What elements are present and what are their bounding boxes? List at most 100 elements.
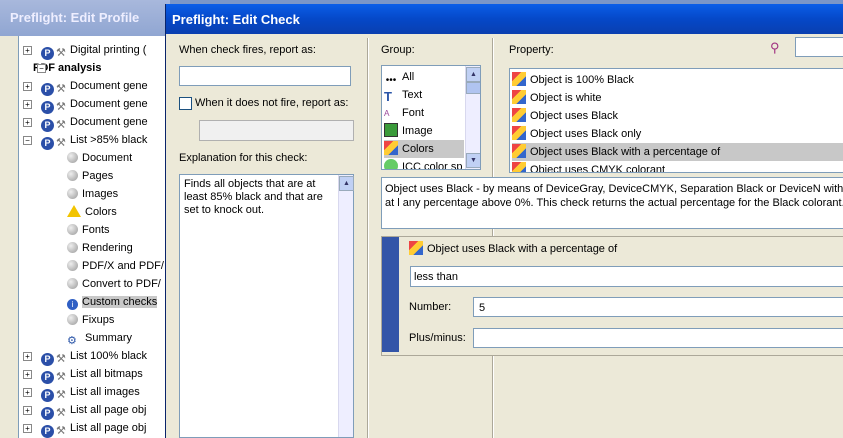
group-item-font[interactable]: ᴬ Font bbox=[384, 104, 464, 122]
colors-icon bbox=[512, 108, 526, 122]
expand-toggle-icon[interactable]: + bbox=[23, 370, 32, 379]
expand-toggle-icon[interactable]: + bbox=[23, 352, 32, 361]
number-input[interactable]: 5 bbox=[473, 297, 843, 317]
number-label: Number: bbox=[409, 301, 452, 313]
wrench-icon: ⚒ bbox=[56, 389, 66, 401]
tree-item-label: List all bitmaps bbox=[70, 368, 143, 380]
explanation-textarea[interactable]: Finds all objects that are at least 85% … bbox=[179, 174, 354, 438]
group-scrollbar[interactable]: ▲ ▼ bbox=[465, 66, 480, 169]
expand-toggle-icon[interactable]: + bbox=[23, 118, 32, 127]
property-item-label: Object uses Black only bbox=[530, 128, 642, 140]
wrench-icon: ⚒ bbox=[56, 119, 66, 131]
tree-item-label: List all page obj bbox=[70, 422, 147, 434]
group-scroll-down-icon[interactable]: ▼ bbox=[466, 153, 480, 168]
tree-item[interactable]: + P ⚒ List all page obj bbox=[23, 419, 147, 438]
expand-toggle-icon[interactable]: + bbox=[23, 100, 32, 109]
scroll-up-arrow-icon[interactable]: ▲ bbox=[339, 176, 354, 191]
colors-icon bbox=[512, 162, 526, 172]
property-item-label: Object is 100% Black bbox=[530, 74, 634, 86]
expand-toggle-icon[interactable]: + bbox=[23, 424, 32, 433]
edit-check-dialog: Preflight: Edit Check When check fires, … bbox=[165, 4, 843, 438]
colors-icon bbox=[512, 144, 526, 158]
not-fire-input[interactable] bbox=[199, 120, 354, 141]
tree-item-label: PDF/X and PDF/ bbox=[82, 260, 164, 272]
tree-item[interactable]: + P ⚒ List all bitmaps bbox=[23, 365, 143, 384]
status-dot-icon bbox=[67, 170, 78, 181]
property-item[interactable]: Object uses Black with a percentage of bbox=[512, 143, 843, 161]
tree-item[interactable]: i Custom checks bbox=[67, 293, 158, 311]
expand-toggle-icon[interactable]: + bbox=[23, 388, 32, 397]
tree-item[interactable]: Document bbox=[67, 149, 132, 167]
font-icon: ᴬ bbox=[384, 108, 390, 122]
tree-item[interactable]: + P ⚒ List 100% black bbox=[23, 347, 147, 366]
tree-item[interactable]: Fixups bbox=[67, 311, 114, 329]
expand-toggle-icon[interactable]: − bbox=[23, 136, 32, 145]
property-item[interactable]: Object is white bbox=[512, 89, 843, 107]
property-search-input[interactable] bbox=[795, 37, 843, 57]
property-item-label: Object is white bbox=[530, 92, 602, 104]
search-icon[interactable]: ⚲ bbox=[770, 40, 784, 55]
group-item-all[interactable]: ••• All bbox=[384, 68, 464, 86]
status-dot-icon bbox=[67, 314, 78, 325]
tree-item[interactable]: ⚙ Summary bbox=[67, 329, 132, 347]
property-description: Object uses Black - by means of DeviceGr… bbox=[381, 177, 843, 229]
group-item-image[interactable]: Image bbox=[384, 122, 464, 140]
group-scroll-up-icon[interactable]: ▲ bbox=[466, 67, 480, 82]
explanation-scrollbar[interactable]: ▲ bbox=[338, 175, 354, 437]
edit-profile-titlebar: Preflight: Edit Profile bbox=[0, 0, 170, 36]
expand-toggle-icon[interactable]: − bbox=[37, 64, 46, 73]
expand-toggle-icon[interactable]: + bbox=[23, 82, 32, 91]
info-icon: i bbox=[67, 299, 78, 310]
wrench-icon: ⚒ bbox=[56, 83, 66, 95]
edit-profile-title: Preflight: Edit Profile bbox=[10, 10, 140, 25]
tree-item[interactable]: + P ⚒ List all images bbox=[23, 383, 140, 402]
property-item[interactable]: Object is 100% Black bbox=[512, 71, 843, 89]
tree-item[interactable]: Convert to PDF/ bbox=[67, 275, 161, 293]
tree-item[interactable]: Fonts bbox=[67, 221, 110, 239]
report-input[interactable] bbox=[179, 66, 351, 86]
expand-toggle-icon[interactable]: + bbox=[23, 406, 32, 415]
status-dot-icon bbox=[67, 152, 78, 163]
column-separator bbox=[367, 38, 369, 438]
tree-item-label: Colors bbox=[85, 206, 117, 218]
tree-item[interactable]: − PDF analysis bbox=[33, 59, 101, 77]
tree-item-label: List all images bbox=[70, 386, 140, 398]
tree-item[interactable]: Pages bbox=[67, 167, 113, 185]
tree-item[interactable]: Images bbox=[67, 185, 118, 203]
status-dot-icon bbox=[67, 278, 78, 289]
tree-item[interactable]: Colors bbox=[67, 203, 117, 221]
profile-icon: P bbox=[41, 425, 54, 438]
colors-icon bbox=[512, 90, 526, 104]
dots-icon: ••• bbox=[385, 75, 397, 86]
group-item-colors[interactable]: Colors bbox=[384, 140, 464, 158]
plusminus-input[interactable] bbox=[473, 328, 843, 348]
property-list[interactable]: Object is 100% Black Object is white Objec… bbox=[509, 68, 843, 173]
group-list[interactable]: ••• All T Text ᴬ Font Image Colors ICC colo… bbox=[381, 65, 481, 170]
tree-item[interactable]: + P ⚒ Digital printing ( bbox=[23, 41, 146, 60]
group-item-text[interactable]: T Text bbox=[384, 86, 464, 104]
not-fire-label: When it does not fire, report as: bbox=[195, 97, 349, 109]
not-fire-checkbox[interactable] bbox=[179, 97, 192, 110]
tree-item[interactable]: − P ⚒ List >85% black bbox=[23, 131, 147, 150]
condition-title: Object uses Black with a percentage of bbox=[409, 240, 617, 258]
operator-select[interactable]: less than bbox=[410, 266, 843, 287]
group-item-icc[interactable]: ICC color sp bbox=[384, 158, 464, 169]
tree-item-label: List all page obj bbox=[70, 404, 147, 416]
colors-icon bbox=[384, 141, 398, 155]
expand-toggle-icon[interactable]: + bbox=[23, 46, 32, 55]
tree-item[interactable]: + P ⚒ Document gene bbox=[23, 95, 148, 114]
wrench-icon: ⚒ bbox=[56, 101, 66, 113]
property-item[interactable]: Object uses CMYK colorant bbox=[512, 161, 843, 172]
description-text: Object uses Black - by means of DeviceGr… bbox=[385, 183, 843, 209]
property-item[interactable]: Object uses Black bbox=[512, 107, 843, 125]
report-label: When check fires, report as: bbox=[179, 44, 316, 56]
tree-item[interactable]: + P ⚒ List all page obj bbox=[23, 401, 147, 420]
icc-icon bbox=[384, 159, 398, 169]
tree-item-label: Fonts bbox=[82, 224, 110, 236]
tree-item[interactable]: + P ⚒ Document gene bbox=[23, 77, 148, 96]
group-scroll-thumb[interactable] bbox=[466, 82, 480, 94]
property-item[interactable]: Object uses Black only bbox=[512, 125, 843, 143]
tree-item[interactable]: PDF/X and PDF/ bbox=[67, 257, 164, 275]
tree-item[interactable]: + P ⚒ Document gene bbox=[23, 113, 148, 132]
tree-item[interactable]: Rendering bbox=[67, 239, 133, 257]
